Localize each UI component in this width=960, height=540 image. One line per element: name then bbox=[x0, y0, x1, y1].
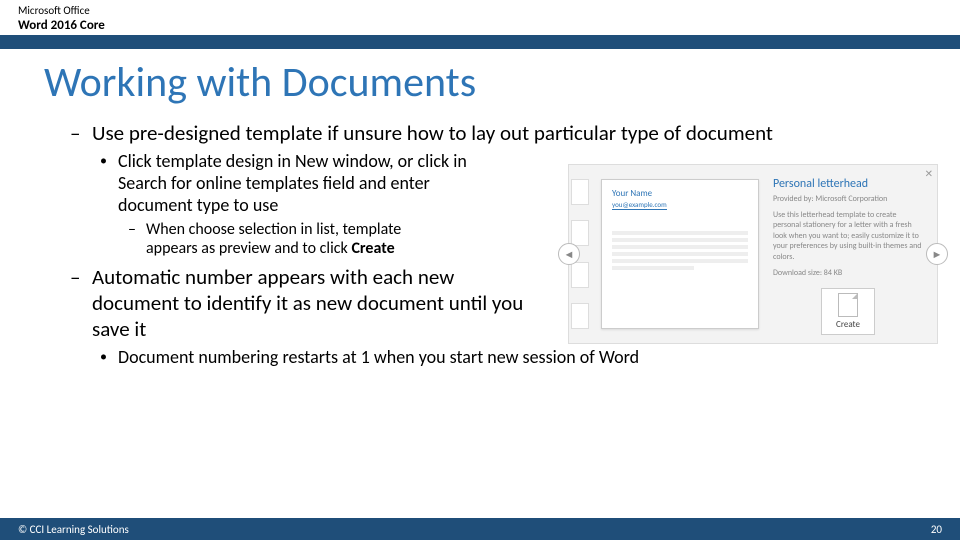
thumbnail-item bbox=[571, 262, 589, 288]
create-label: Create bbox=[822, 319, 874, 330]
slide-header: Microsoft Office Word 2016 Core bbox=[0, 0, 960, 33]
page-number: 20 bbox=[931, 523, 942, 536]
thumbnail-item bbox=[571, 303, 589, 329]
bullet-l1-template: Use pre-designed template if unsure how … bbox=[60, 120, 920, 146]
document-icon bbox=[838, 293, 858, 317]
thumbnail-item bbox=[571, 220, 589, 246]
product-label: Word 2016 Core bbox=[18, 18, 960, 33]
copyright-text: © CCI Learning Solutions bbox=[18, 523, 129, 536]
template-description: Use this letterhead template to create p… bbox=[773, 210, 923, 262]
preview-name: Your Name bbox=[612, 188, 748, 199]
slide-footer: © CCI Learning Solutions 20 bbox=[0, 518, 960, 540]
template-provider: Provided by: Microsoft Corporation bbox=[773, 194, 923, 204]
close-icon: ✕ bbox=[925, 167, 933, 180]
template-page-preview: Your Name you@example.com bbox=[601, 179, 759, 329]
create-button: Create bbox=[821, 288, 875, 335]
template-download-size: Download size: 84 KB bbox=[773, 268, 923, 278]
header-bar bbox=[0, 35, 960, 49]
bullet-l2-click-template: Click template design in New window, or … bbox=[60, 150, 480, 216]
preview-email: you@example.com bbox=[612, 200, 667, 210]
template-preview-illustration: ✕ ◄ ► Your Name you@example.com Personal… bbox=[568, 164, 938, 344]
bullet-l1-autonumber: Automatic number appears with each new d… bbox=[60, 264, 530, 342]
template-title: Personal letterhead bbox=[773, 177, 923, 191]
bullet-l3-strong: Create bbox=[351, 239, 394, 258]
thumbnail-item bbox=[571, 179, 589, 205]
nav-next-icon: ► bbox=[926, 243, 948, 265]
template-info-panel: Personal letterhead Provided by: Microso… bbox=[773, 177, 923, 335]
nav-prev-icon: ◄ bbox=[558, 243, 580, 265]
slide: Microsoft Office Word 2016 Core Working … bbox=[0, 0, 960, 540]
bullet-l3-create: When choose selection in list, template … bbox=[60, 220, 440, 258]
suite-label: Microsoft Office bbox=[18, 4, 960, 17]
bullet-l2-restart: Document numbering restarts at 1 when yo… bbox=[60, 346, 940, 368]
slide-title: Working with Documents bbox=[44, 57, 960, 108]
